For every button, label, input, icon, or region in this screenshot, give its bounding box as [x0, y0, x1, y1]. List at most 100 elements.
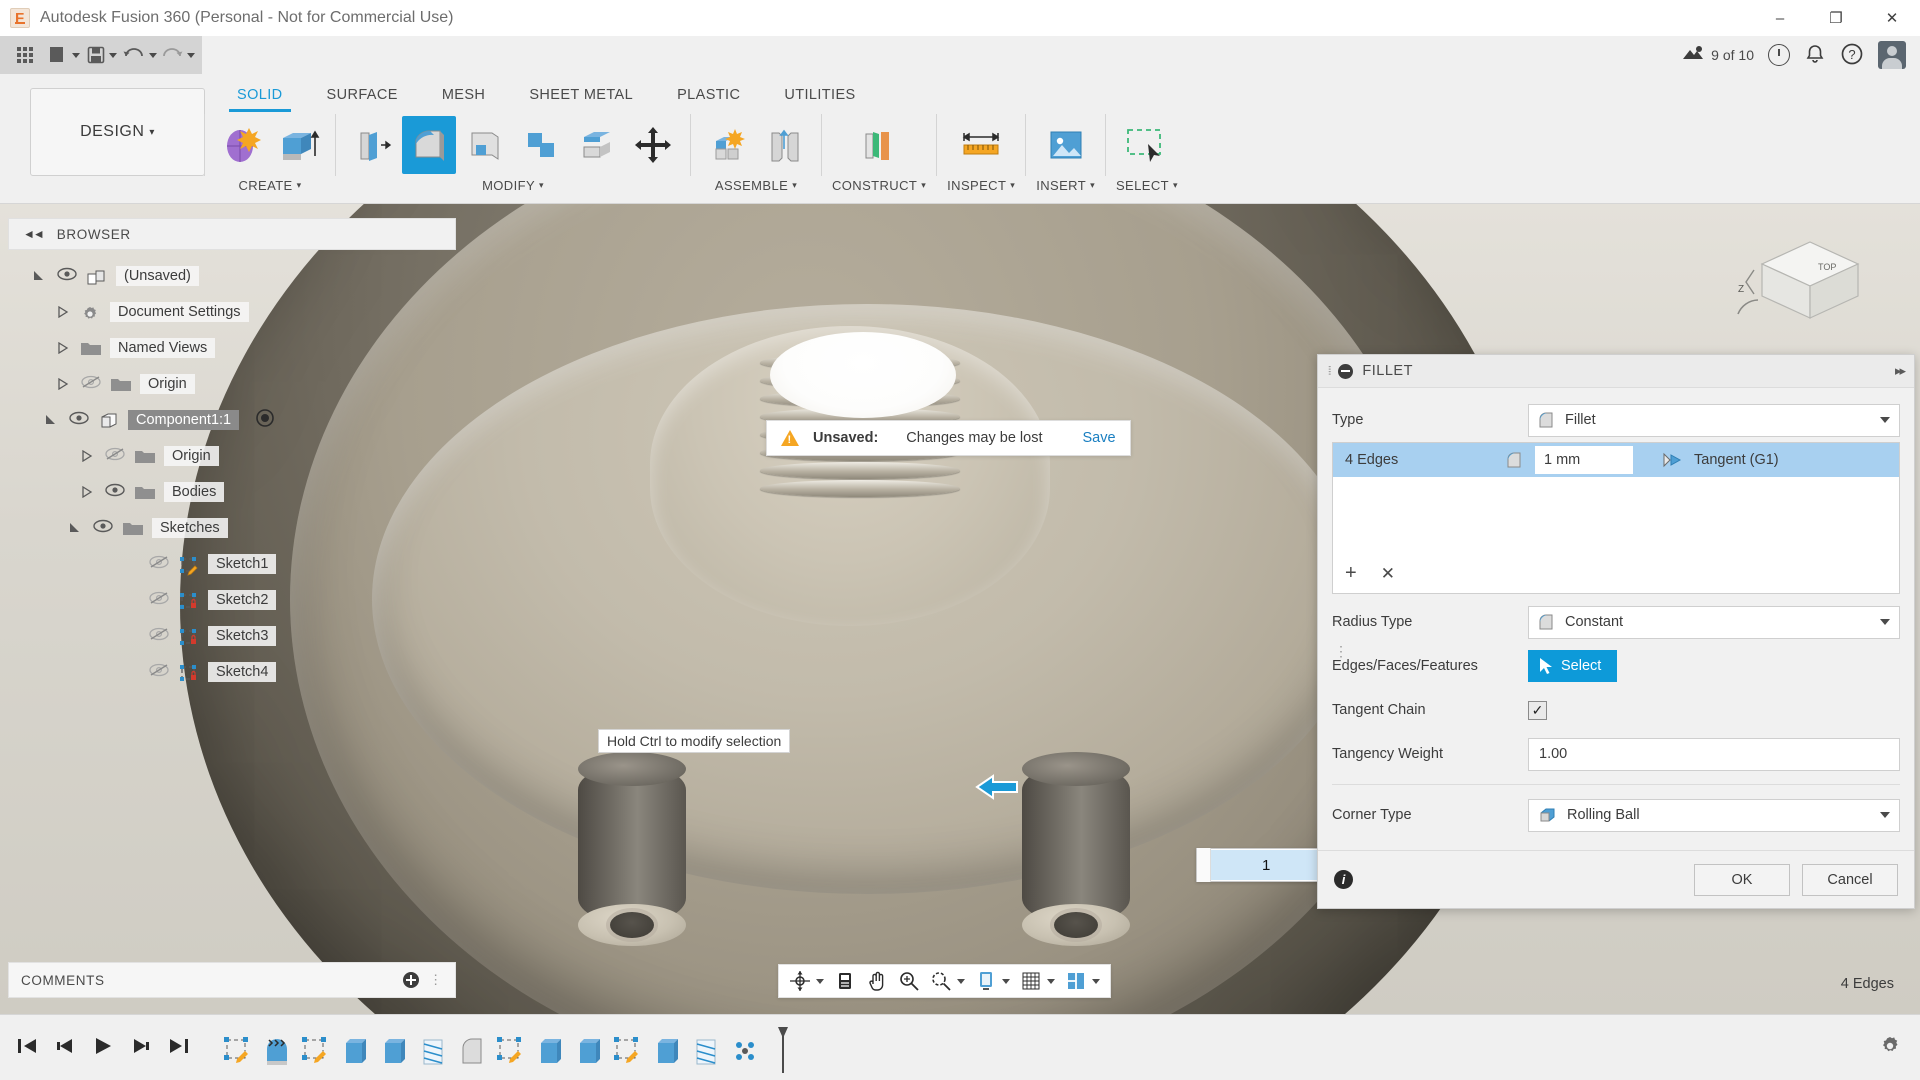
timeline-feature[interactable]	[456, 1035, 488, 1069]
ribbon-group-inspect-label[interactable]: INSPECT ▾	[947, 178, 1015, 193]
twisty-closed-icon[interactable]	[54, 375, 72, 393]
maximize-button[interactable]: ❐	[1808, 0, 1864, 36]
ribbon-group-insert-label[interactable]: INSERT ▾	[1036, 178, 1095, 193]
inline-radius-editor[interactable]	[1196, 848, 1322, 882]
shell-icon[interactable]	[458, 116, 512, 174]
tree-item-component1[interactable]: Component1:1	[8, 402, 456, 438]
go-to-beginning-icon[interactable]	[16, 1036, 38, 1059]
visibility-eye-icon[interactable]	[104, 483, 126, 501]
new-component-icon[interactable]	[701, 116, 755, 174]
twisty-open-icon[interactable]	[30, 267, 48, 285]
display-settings-icon[interactable]	[971, 966, 1014, 996]
fillet-icon[interactable]	[402, 116, 456, 174]
tab-solid[interactable]: SOLID	[215, 80, 305, 110]
selection-drag-dots-icon[interactable]: ⋮	[1334, 648, 1348, 654]
chevron-down-icon[interactable]	[187, 53, 195, 58]
viewports-icon[interactable]	[1061, 966, 1104, 996]
select-button[interactable]: Select	[1528, 650, 1617, 682]
timeline-playhead[interactable]	[776, 1027, 790, 1069]
twisty-open-icon[interactable]	[42, 411, 60, 429]
visibility-hidden-icon[interactable]	[148, 591, 170, 609]
step-back-icon[interactable]	[54, 1036, 76, 1059]
inline-editor-grip[interactable]	[1197, 848, 1211, 882]
apps-grid-icon[interactable]	[6, 38, 44, 72]
chevron-down-icon[interactable]	[1047, 979, 1055, 984]
timeline-feature[interactable]	[222, 1035, 254, 1069]
tree-item-sketch4[interactable]: Sketch4	[8, 654, 456, 690]
timeline-feature[interactable]	[378, 1035, 410, 1069]
extrude-icon[interactable]	[271, 116, 325, 174]
chevron-down-icon[interactable]	[1880, 619, 1890, 625]
tree-item-origin-component[interactable]: Origin	[8, 438, 456, 474]
ribbon-group-modify-label[interactable]: MODIFY ▾	[482, 178, 544, 193]
tree-item-unsaved[interactable]: (Unsaved)	[8, 258, 456, 294]
new-file-icon[interactable]	[44, 38, 82, 72]
ribbon-group-assemble-label[interactable]: ASSEMBLE ▾	[715, 178, 797, 193]
step-forward-icon[interactable]	[130, 1036, 152, 1059]
twisty-closed-icon[interactable]	[54, 339, 72, 357]
timeline-feature[interactable]	[261, 1035, 293, 1069]
twisty-closed-icon[interactable]	[78, 447, 96, 465]
comments-resize-grip[interactable]: ⋮	[429, 972, 443, 988]
timeline-feature[interactable]	[573, 1035, 605, 1069]
save-icon[interactable]	[82, 38, 120, 72]
move-copy-icon[interactable]	[626, 116, 680, 174]
tree-item-bodies[interactable]: Bodies	[8, 474, 456, 510]
add-edge-selection-icon[interactable]: +	[1345, 562, 1357, 585]
chevron-down-icon[interactable]	[816, 979, 824, 984]
workspace-switcher[interactable]: DESIGN ▾	[30, 88, 205, 176]
dialog-grip-icon[interactable]: ⦙⦙	[1328, 364, 1329, 379]
orbit-icon[interactable]	[785, 966, 828, 996]
fillet-dialog-titlebar[interactable]: ⦙⦙ FILLET ▸▸	[1318, 355, 1914, 388]
inline-radius-input[interactable]	[1211, 850, 1321, 880]
go-to-end-icon[interactable]	[168, 1036, 190, 1059]
combine-icon[interactable]	[514, 116, 568, 174]
minimize-button[interactable]: –	[1752, 0, 1808, 36]
tab-surface[interactable]: SURFACE	[305, 80, 420, 110]
chevron-down-icon[interactable]	[1092, 979, 1100, 984]
job-status[interactable]: 9 of 10	[1681, 45, 1754, 65]
radius-type-dropdown[interactable]: Constant	[1528, 606, 1900, 639]
create-sketch-icon[interactable]	[215, 116, 269, 174]
timeline-feature[interactable]	[690, 1035, 722, 1069]
remove-edge-selection-icon[interactable]: ✕	[1381, 564, 1395, 584]
visibility-hidden-icon[interactable]	[148, 663, 170, 681]
pan-icon[interactable]	[862, 966, 892, 996]
tree-item-sketches[interactable]: Sketches	[8, 510, 456, 546]
tab-utilities[interactable]: UTILITIES	[762, 80, 877, 110]
undo-icon[interactable]	[120, 38, 158, 72]
zoom-icon[interactable]	[894, 966, 924, 996]
tangency-weight-input[interactable]: 1.00	[1528, 738, 1900, 771]
timeline-feature[interactable]	[612, 1035, 644, 1069]
twisty-open-icon[interactable]	[66, 519, 84, 537]
look-at-icon[interactable]	[830, 966, 860, 996]
timeline-settings-gear-icon[interactable]	[1878, 1034, 1920, 1061]
view-cube[interactable]: TOP Z	[1732, 224, 1882, 344]
timeline-feature[interactable]	[300, 1035, 332, 1069]
edge-radius-input[interactable]: 1 mm	[1535, 446, 1633, 474]
timeline-feature[interactable]	[339, 1035, 371, 1069]
save-link-button[interactable]: Save	[1083, 430, 1116, 446]
fit-icon[interactable]	[926, 966, 969, 996]
help-icon[interactable]: ?	[1840, 42, 1864, 69]
joint-icon[interactable]	[757, 116, 811, 174]
ribbon-group-construct-label[interactable]: CONSTRUCT ▾	[832, 178, 926, 193]
visibility-eye-icon[interactable]	[56, 267, 78, 285]
help-info-icon[interactable]: i	[1334, 870, 1353, 889]
corner-type-dropdown[interactable]: Rolling Ball	[1528, 799, 1900, 832]
tree-item-document-settings[interactable]: Document Settings	[8, 294, 456, 330]
twisty-closed-icon[interactable]	[78, 483, 96, 501]
tree-item-sketch1[interactable]: Sketch1	[8, 546, 456, 582]
chevron-down-icon[interactable]	[149, 53, 157, 58]
chevron-down-icon[interactable]	[1002, 979, 1010, 984]
press-pull-icon[interactable]	[346, 116, 400, 174]
cancel-button[interactable]: Cancel	[1802, 864, 1898, 896]
chevron-down-icon[interactable]	[957, 979, 965, 984]
split-body-icon[interactable]	[570, 116, 624, 174]
timeline-feature[interactable]	[495, 1035, 527, 1069]
chevron-down-icon[interactable]	[109, 53, 117, 58]
activate-component-radio[interactable]	[255, 408, 275, 432]
notifications-bell-icon[interactable]	[1804, 43, 1826, 68]
twisty-closed-icon[interactable]	[54, 303, 72, 321]
chevron-down-icon[interactable]	[1880, 417, 1890, 423]
